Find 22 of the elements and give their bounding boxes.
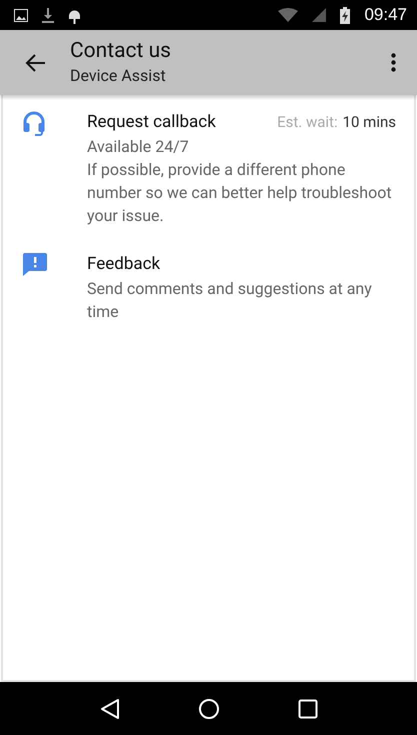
more-vertical-icon xyxy=(390,53,396,72)
headset-icon xyxy=(23,111,45,136)
option-description: Send comments and suggestions at any time xyxy=(87,278,373,323)
option-description: Available 24/7 xyxy=(87,136,190,158)
option-title[interactable]: Feedback xyxy=(87,251,396,277)
wait-time: 10 mins xyxy=(342,113,396,131)
option-title[interactable]: Request callback xyxy=(87,109,278,135)
back-arrow-icon xyxy=(25,54,45,72)
image-icon xyxy=(14,8,28,22)
wait-label: Est. wait: xyxy=(277,113,338,131)
clock-time: 09:47 xyxy=(364,5,407,25)
screen-title: Contact us xyxy=(70,38,172,64)
circle-home-icon xyxy=(198,698,220,720)
battery-icon xyxy=(340,6,350,24)
square-recents-icon xyxy=(298,698,318,718)
wifi-icon xyxy=(278,8,298,22)
download-icon xyxy=(42,8,54,22)
triangle-back-icon xyxy=(100,698,120,720)
feedback-icon xyxy=(23,253,47,276)
option-description: If possible, provide a different phone number so we can better help troubleshoot your issue. xyxy=(87,159,393,227)
signal-icon xyxy=(312,8,326,22)
screen-subtitle: Device Assist xyxy=(70,64,167,86)
